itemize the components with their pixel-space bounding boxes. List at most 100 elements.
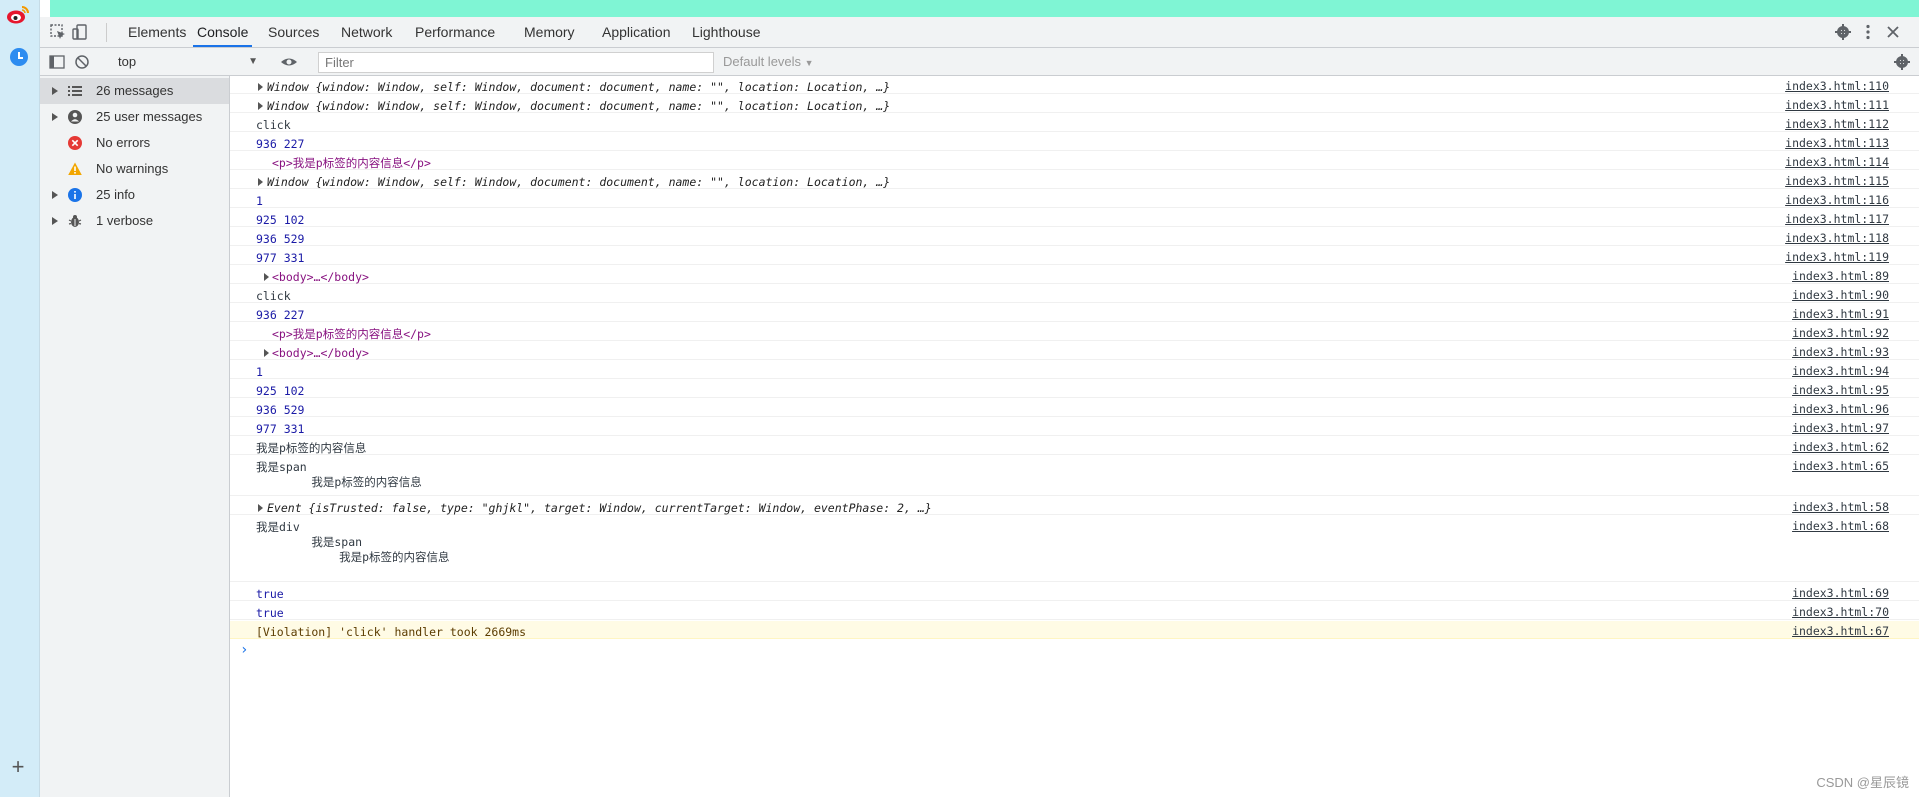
console-row: 925 102 index3.html:117 xyxy=(230,209,1919,227)
expand-arrow-icon[interactable] xyxy=(258,102,263,110)
console-message-text: 我是div 我是span 我是p标签的内容信息 xyxy=(256,520,450,564)
console-row: 我是p标签的内容信息 index3.html:62 xyxy=(230,437,1919,455)
sidebar-item-label: 26 messages xyxy=(96,83,174,98)
console-source-link[interactable]: index3.html:115 xyxy=(1785,175,1889,188)
console-source-link[interactable]: index3.html:116 xyxy=(1785,194,1889,207)
console-message-text[interactable]: Window {window: Window, self: Window, do… xyxy=(267,99,890,114)
inspect-element-icon[interactable] xyxy=(49,23,67,41)
console-prompt[interactable]: › xyxy=(240,642,248,658)
sidebar-item-warnings[interactable]: No warnings xyxy=(40,156,229,182)
tab-elements[interactable]: Elements xyxy=(124,17,190,47)
sidebar-item-info[interactable]: 25 info xyxy=(40,182,229,208)
console-source-link[interactable]: index3.html:113 xyxy=(1785,137,1889,150)
filter-input[interactable] xyxy=(318,52,714,73)
console-message-text: <p>我是p标签的内容信息</p> xyxy=(272,327,431,341)
list-icon xyxy=(68,86,82,96)
console-source-link[interactable]: index3.html:110 xyxy=(1785,80,1889,93)
sidebar-toggle-icon[interactable] xyxy=(48,53,66,71)
console-message-text[interactable]: <body>…</body> xyxy=(272,346,369,361)
tab-sources[interactable]: Sources xyxy=(264,17,323,47)
console-message-text: 977 331 xyxy=(256,251,305,265)
console-source-link[interactable]: index3.html:94 xyxy=(1792,365,1889,378)
info-icon xyxy=(68,188,82,202)
sidebar-item-messages[interactable]: 26 messages xyxy=(40,78,229,104)
console-source-link[interactable]: index3.html:118 xyxy=(1785,232,1889,245)
tab-application[interactable]: Application xyxy=(598,17,675,47)
settings-gear-icon[interactable] xyxy=(1834,23,1852,41)
sidebar-item-user-messages[interactable]: 25 user messages xyxy=(40,104,229,130)
console-source-link[interactable]: index3.html:95 xyxy=(1792,384,1889,397)
console-row: Window {window: Window, self: Window, do… xyxy=(230,95,1919,113)
sidebar-item-label: No warnings xyxy=(96,161,169,176)
expand-arrow-icon[interactable] xyxy=(264,273,269,281)
weibo-icon[interactable] xyxy=(6,4,30,26)
console-message-text[interactable]: Event {isTrusted: false, type: "ghjkl", … xyxy=(267,501,932,516)
console-row: true index3.html:69 xyxy=(230,583,1919,601)
console-row: <body>…</body> index3.html:89 xyxy=(230,266,1919,284)
device-toolbar-icon[interactable] xyxy=(71,23,89,41)
console-message-text[interactable]: Window {window: Window, self: Window, do… xyxy=(267,80,890,95)
context-select[interactable]: top ▼ xyxy=(112,51,262,73)
sidebar-item-errors[interactable]: No errors xyxy=(40,130,229,156)
console-source-link[interactable]: index3.html:114 xyxy=(1785,156,1889,169)
expand-arrow-icon[interactable] xyxy=(52,217,58,225)
log-levels-dropdown[interactable]: Default levels ▼ xyxy=(723,54,814,69)
tab-console[interactable]: Console xyxy=(193,17,253,47)
expand-arrow-icon[interactable] xyxy=(258,178,263,186)
tab-network[interactable]: Network xyxy=(337,17,396,47)
console-source-link[interactable]: index3.html:70 xyxy=(1792,606,1889,619)
more-options-icon[interactable] xyxy=(1859,23,1877,41)
user-icon xyxy=(68,110,82,124)
expand-arrow-icon[interactable] xyxy=(52,191,58,199)
clock-icon[interactable] xyxy=(10,48,28,66)
console-settings-icon[interactable] xyxy=(1893,53,1911,71)
console-source-link[interactable]: index3.html:119 xyxy=(1785,251,1889,264)
console-message-text[interactable]: <body>…</body> xyxy=(272,270,369,285)
console-message-text: 977 331 xyxy=(256,422,305,436)
tab-memory[interactable]: Memory xyxy=(520,17,579,47)
chevron-down-icon: ▼ xyxy=(248,56,258,67)
console-message-text: true xyxy=(256,587,284,601)
console-source-link[interactable]: index3.html:96 xyxy=(1792,403,1889,416)
expand-arrow-icon[interactable] xyxy=(258,83,263,91)
tab-lighthouse[interactable]: Lighthouse xyxy=(688,17,765,47)
console-source-link[interactable]: index3.html:62 xyxy=(1792,441,1889,454)
console-message-text: 936 529 xyxy=(256,232,305,246)
console-message-text: click xyxy=(256,118,291,132)
console-source-link[interactable]: index3.html:67 xyxy=(1792,625,1889,638)
live-expression-eye-icon[interactable] xyxy=(280,53,298,71)
tab-performance[interactable]: Performance xyxy=(411,17,499,47)
console-source-link[interactable]: index3.html:58 xyxy=(1792,501,1889,514)
expand-arrow-icon[interactable] xyxy=(52,87,58,95)
console-source-link[interactable]: index3.html:93 xyxy=(1792,346,1889,359)
browser-sidebar: + xyxy=(0,0,40,797)
console-message-text: 936 227 xyxy=(256,137,305,151)
top-strip xyxy=(50,0,1919,17)
console-toolbar: top ▼ Default levels ▼ xyxy=(40,48,1919,76)
console-source-link[interactable]: index3.html:69 xyxy=(1792,587,1889,600)
console-source-link[interactable]: index3.html:90 xyxy=(1792,289,1889,302)
console-log[interactable]: Window {window: Window, self: Window, do… xyxy=(230,76,1919,797)
console-row: click index3.html:90 xyxy=(230,285,1919,303)
close-icon[interactable] xyxy=(1884,23,1902,41)
console-source-link[interactable]: index3.html:117 xyxy=(1785,213,1889,226)
expand-arrow-icon[interactable] xyxy=(258,504,263,512)
console-source-link[interactable]: index3.html:65 xyxy=(1792,460,1889,473)
console-message-text: true xyxy=(256,606,284,620)
expand-arrow-icon[interactable] xyxy=(52,113,58,121)
console-source-link[interactable]: index3.html:112 xyxy=(1785,118,1889,131)
console-message-text[interactable]: Window {window: Window, self: Window, do… xyxy=(267,175,890,190)
console-source-link[interactable]: index3.html:97 xyxy=(1792,422,1889,435)
console-source-link[interactable]: index3.html:91 xyxy=(1792,308,1889,321)
console-source-link[interactable]: index3.html:92 xyxy=(1792,327,1889,340)
expand-arrow-icon[interactable] xyxy=(264,349,269,357)
console-source-link[interactable]: index3.html:89 xyxy=(1792,270,1889,283)
clear-console-icon[interactable] xyxy=(73,53,91,71)
console-source-link[interactable]: index3.html:111 xyxy=(1785,99,1889,112)
console-row: 936 529 index3.html:118 xyxy=(230,228,1919,246)
console-source-link[interactable]: index3.html:68 xyxy=(1792,520,1889,533)
add-icon[interactable]: + xyxy=(8,756,28,778)
watermark-text: CSDN @星辰镜 xyxy=(1816,775,1909,790)
sidebar-item-verbose[interactable]: 1 verbose xyxy=(40,208,229,234)
console-row: true index3.html:70 xyxy=(230,602,1919,620)
